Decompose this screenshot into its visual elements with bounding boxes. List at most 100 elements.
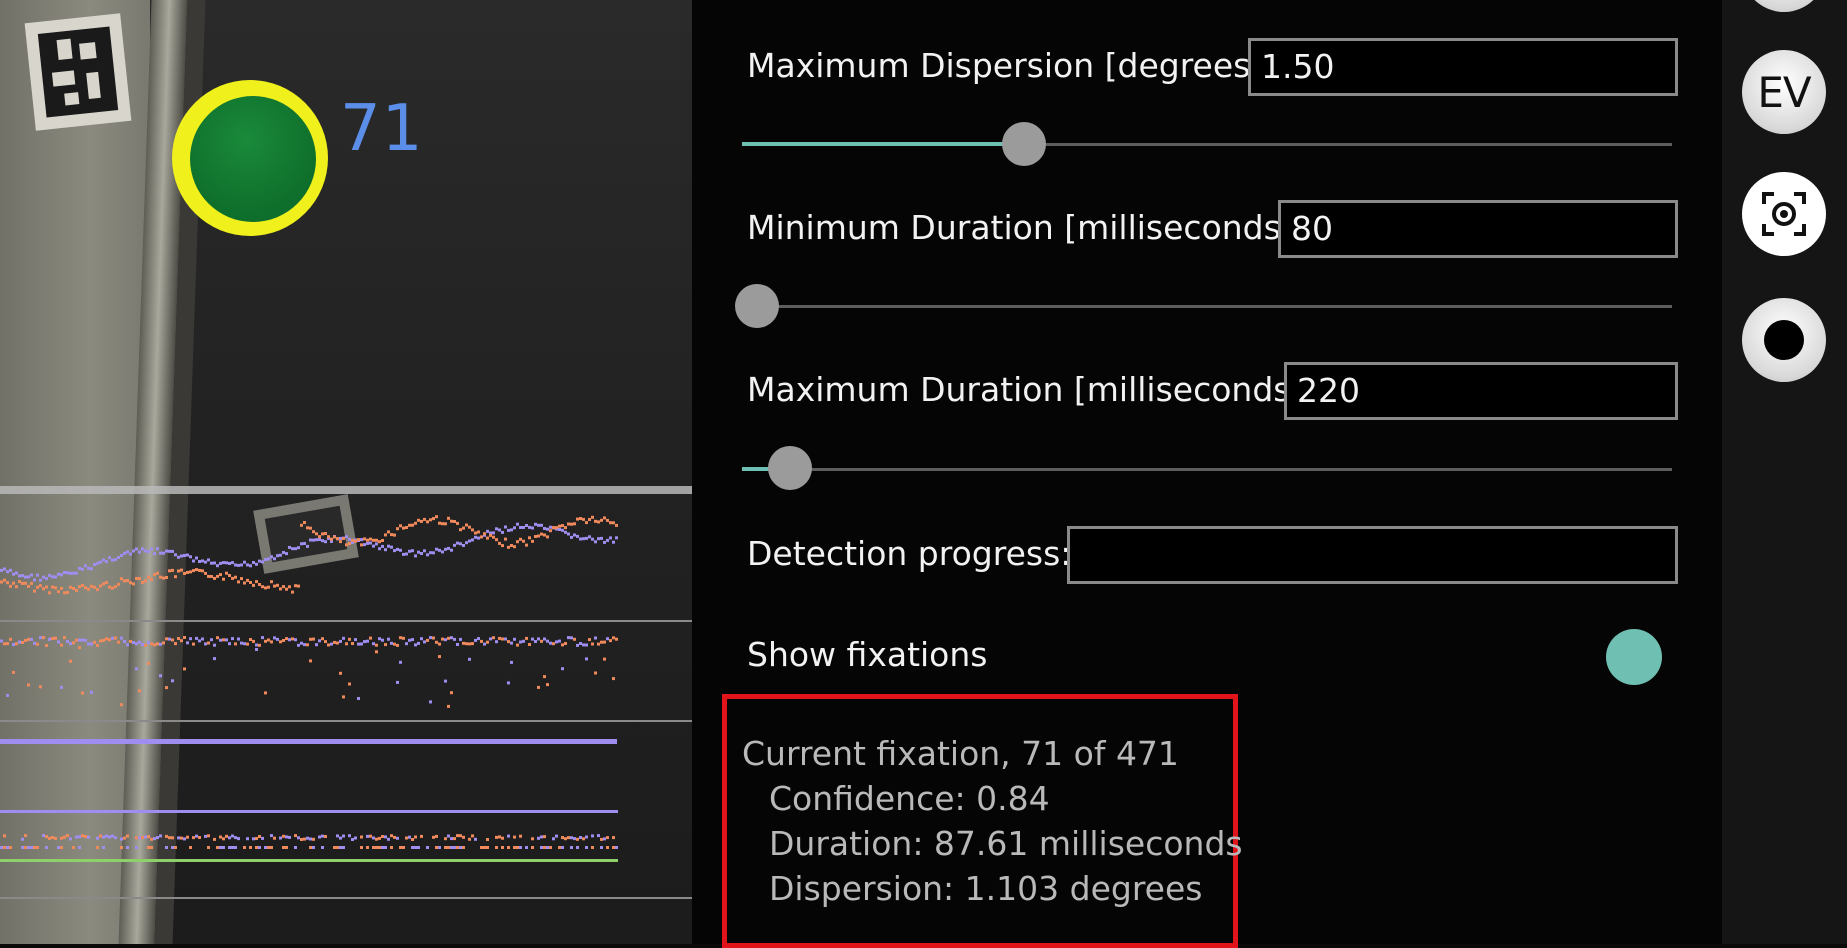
gaze-x-point — [540, 523, 543, 527]
velocity-spike-point — [543, 675, 546, 679]
gaze-y-point — [462, 526, 465, 530]
event-point — [279, 810, 282, 813]
velocity-point — [240, 641, 243, 645]
velocity-point — [222, 638, 225, 642]
camera-control-rail — [1722, 0, 1847, 944]
event-point — [543, 810, 546, 813]
event-point — [45, 859, 48, 862]
event-point — [606, 836, 609, 840]
gaze-y-point — [528, 536, 531, 540]
event-point — [264, 846, 267, 849]
velocity-point — [228, 642, 231, 646]
velocity-point — [96, 643, 99, 647]
gaze-x-point — [561, 528, 564, 532]
gaze-y-point — [396, 527, 399, 531]
event-point — [465, 859, 468, 862]
gaze-y-point — [258, 583, 261, 586]
max-duration-input[interactable]: 220 — [1284, 362, 1678, 420]
gaze-y-point — [144, 579, 147, 583]
velocity-point — [600, 640, 603, 644]
event-point — [243, 859, 246, 862]
gaze-y-point — [318, 535, 321, 539]
velocity-point — [327, 643, 330, 647]
gaze-y-point — [435, 515, 438, 519]
event-point — [204, 834, 207, 838]
gaze-x-point — [27, 575, 30, 579]
velocity-point — [279, 640, 282, 644]
event-point — [246, 837, 249, 841]
gaze-y-point — [312, 530, 315, 534]
max-duration-slider-track[interactable] — [742, 468, 1672, 471]
gaze-x-point — [288, 545, 291, 549]
gaze-x-point — [519, 526, 522, 529]
gaze-y-point — [468, 525, 471, 529]
record-button[interactable] — [1742, 298, 1826, 382]
event-point — [267, 810, 270, 813]
gaze-y-point — [378, 540, 381, 544]
fixation-confidence: Confidence: 0.84 — [769, 779, 1050, 818]
event-point — [297, 810, 300, 813]
event-point — [117, 810, 120, 813]
gaze-y-point — [273, 584, 276, 588]
gaze-x-point — [516, 522, 519, 526]
velocity-point — [210, 638, 213, 642]
event-point — [375, 837, 378, 841]
gaze-x-point — [240, 563, 243, 567]
velocity-point — [105, 637, 108, 641]
velocity-point — [267, 638, 270, 642]
event-point — [96, 859, 99, 862]
event-point — [582, 837, 585, 841]
event-point — [174, 810, 177, 813]
event-point — [615, 859, 618, 862]
show-fixations-toggle[interactable] — [1606, 629, 1662, 685]
event-point — [141, 859, 144, 862]
event-point — [228, 846, 231, 849]
event-point — [315, 810, 318, 813]
event-point — [567, 810, 570, 813]
gaze-x-point — [123, 551, 126, 555]
gaze-x-point — [522, 526, 525, 529]
max-dispersion-slider-thumb[interactable] — [1002, 122, 1046, 166]
event-point — [330, 859, 333, 862]
velocity-point — [405, 642, 408, 646]
gaze-y-point — [543, 533, 546, 537]
velocity-spike-point — [429, 700, 432, 704]
gaze-y-point — [111, 586, 114, 590]
event-point — [519, 810, 522, 813]
event-point — [585, 846, 588, 849]
min-duration-slider-thumb[interactable] — [735, 284, 779, 328]
velocity-point — [255, 643, 258, 647]
velocity-point — [93, 640, 96, 644]
event-point — [309, 846, 312, 849]
velocity-spike-point — [603, 657, 606, 661]
event-point — [555, 810, 558, 813]
event-point — [234, 810, 237, 813]
event-point — [102, 810, 105, 813]
event-point — [207, 834, 210, 838]
gaze-y-point — [558, 524, 561, 528]
event-point — [168, 859, 171, 862]
event-point — [126, 846, 129, 849]
velocity-point — [15, 642, 18, 646]
max-dispersion-input[interactable]: 1.50 — [1248, 38, 1678, 96]
screenshot-capture-button[interactable] — [1742, 172, 1826, 256]
max-duration-slider-thumb[interactable] — [768, 446, 812, 490]
event-point — [429, 859, 432, 862]
velocity-point — [303, 643, 306, 647]
velocity-point — [504, 637, 507, 641]
event-point — [585, 859, 588, 862]
gaze-y-point — [222, 577, 225, 581]
velocity-point — [144, 643, 147, 647]
min-duration-input[interactable]: 80 — [1278, 200, 1678, 258]
gaze-x-point — [255, 562, 258, 566]
min-duration-slider-track[interactable] — [742, 305, 1672, 308]
velocity-spike-point — [396, 680, 399, 684]
velocity-point — [591, 642, 594, 646]
gaze-y-point — [540, 532, 543, 536]
event-point — [324, 859, 327, 862]
event-point — [369, 810, 372, 813]
ev-button[interactable]: EV — [1742, 50, 1826, 134]
gaze-x-point — [525, 524, 528, 527]
gaze-x-point — [168, 549, 171, 553]
velocity-point — [288, 638, 291, 642]
